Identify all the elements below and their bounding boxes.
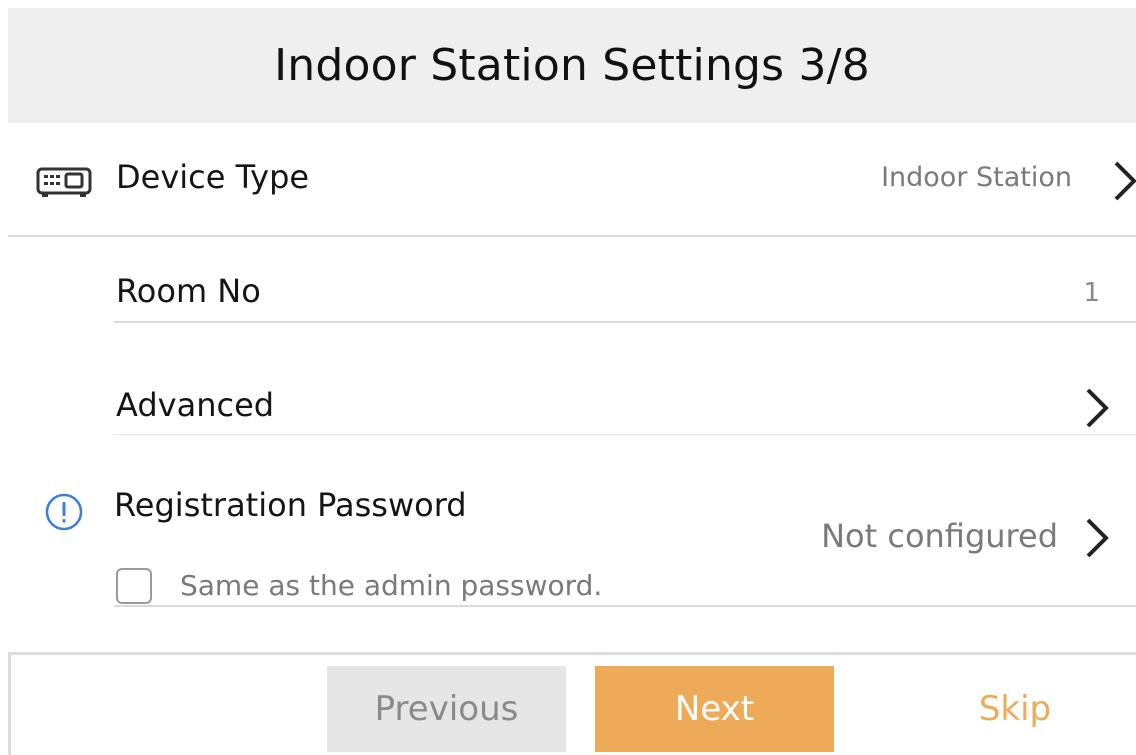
registration-password-value: Not configured	[821, 517, 1058, 555]
device-type-label: Device Type	[116, 158, 310, 196]
chevron-right-icon[interactable]	[1084, 386, 1118, 430]
previous-button[interactable]: Previous	[327, 666, 566, 752]
registration-password-divider	[114, 605, 1136, 607]
device-icon	[36, 167, 92, 197]
room-no-value[interactable]: 1	[1083, 278, 1100, 308]
room-no-row[interactable]	[114, 237, 1136, 322]
page-header: Indoor Station Settings 3/8	[8, 8, 1136, 123]
advanced-divider	[114, 434, 1136, 435]
page-title: Indoor Station Settings 3/8	[274, 40, 870, 91]
chevron-right-icon[interactable]	[1084, 516, 1118, 560]
next-button[interactable]: Next	[595, 666, 834, 752]
chevron-right-icon[interactable]	[1112, 159, 1136, 203]
info-icon	[45, 493, 83, 531]
advanced-label: Advanced	[116, 386, 275, 424]
registration-password-label: Registration Password	[114, 486, 467, 524]
indoor-station-settings-page: Indoor Station Settings 3/8 Device Type …	[0, 0, 1136, 755]
device-type-value: Indoor Station	[881, 162, 1072, 193]
same-as-admin-label[interactable]: Same as the admin password.	[180, 569, 602, 602]
same-as-admin-checkbox[interactable]	[116, 568, 152, 604]
skip-button[interactable]: Skip	[940, 666, 1090, 752]
room-no-label: Room No	[116, 272, 261, 310]
